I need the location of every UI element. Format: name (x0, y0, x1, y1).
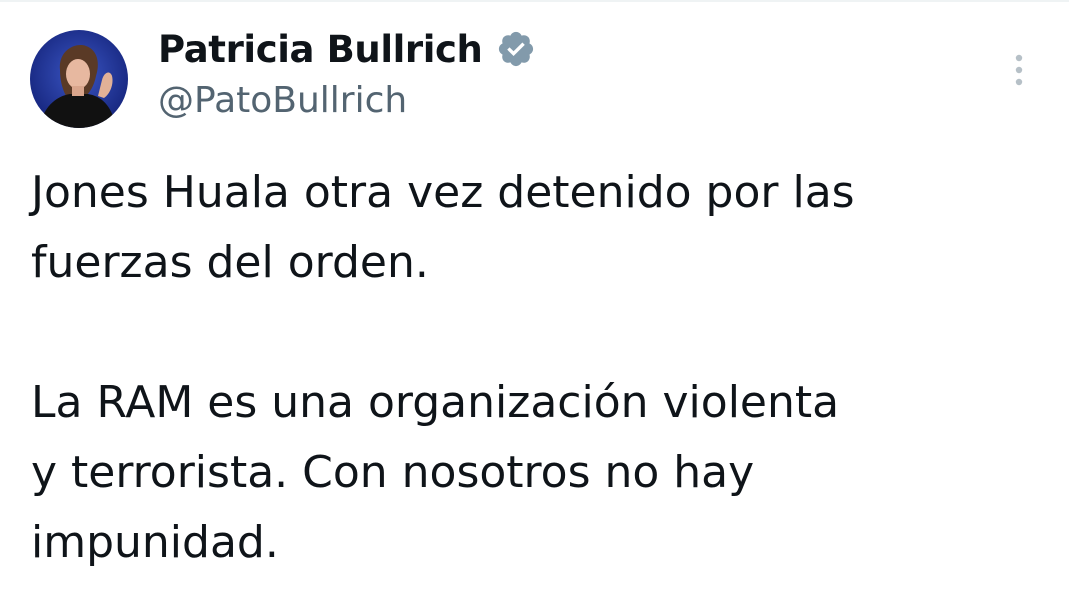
author-avatar[interactable] (30, 30, 128, 128)
tweet-paragraph-2: La RAM es una organización violenta y te… (31, 377, 840, 568)
more-vertical-icon (1015, 54, 1023, 86)
more-options-button[interactable] (1004, 50, 1034, 90)
author-handle[interactable]: @PatoBullrich (158, 80, 407, 121)
top-divider (0, 0, 1069, 2)
author-display-name[interactable]: Patricia Bullrich (158, 28, 483, 71)
author-name-row: Patricia Bullrich (158, 24, 536, 74)
verified-badge-icon[interactable] (496, 29, 536, 69)
tweet-body: Jones Huala otra vez detenido por las fu… (31, 158, 1041, 578)
tweet-paragraph-1: Jones Huala otra vez detenido por las fu… (31, 167, 855, 288)
avatar-image (30, 30, 128, 128)
